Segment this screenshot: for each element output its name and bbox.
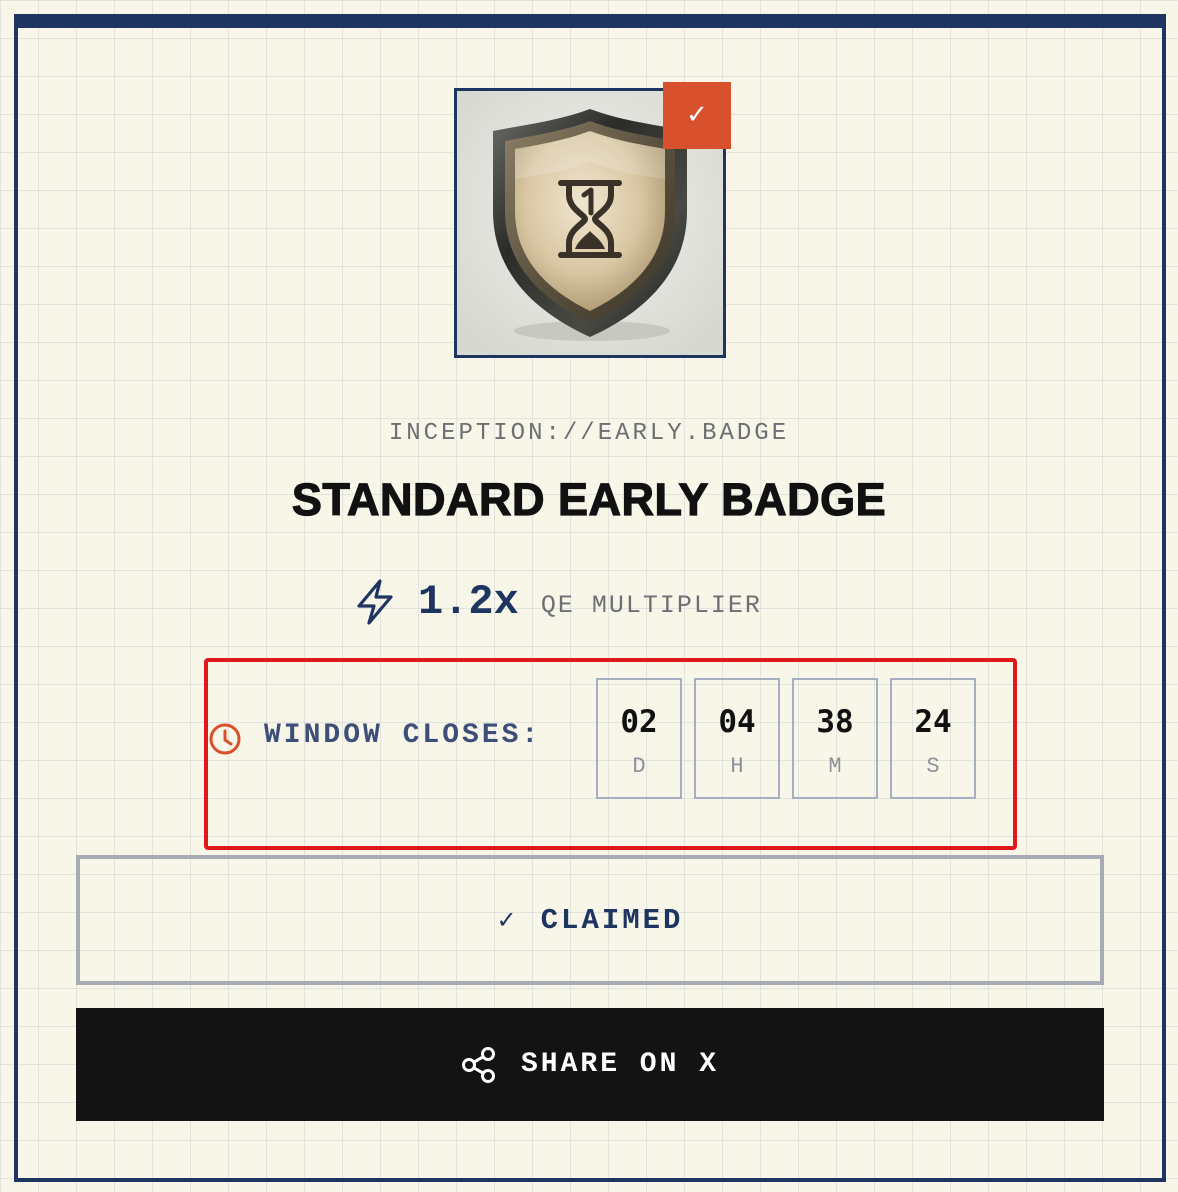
claimed-button[interactable]: ✓ CLAIMED	[76, 855, 1104, 985]
countdown-seconds: 24 S	[890, 678, 976, 799]
share-on-x-button[interactable]: SHARE ON X	[76, 1008, 1104, 1121]
multiplier-value: 1.2x	[418, 578, 519, 626]
countdown-hours: 04 H	[694, 678, 780, 799]
check-icon: ✓	[496, 906, 517, 934]
countdown-days-value: 02	[620, 704, 658, 740]
countdown-days: 02 D	[596, 678, 682, 799]
countdown-hours-value: 04	[718, 704, 756, 740]
countdown-hours-unit: H	[730, 754, 744, 779]
clock-icon	[209, 723, 241, 755]
window-closes-label: WINDOW CLOSES:	[264, 720, 542, 751]
multiplier-row: 1.2x QE MULTIPLIER	[354, 574, 762, 630]
bolt-icon	[357, 579, 393, 625]
countdown-minutes-value: 38	[816, 704, 854, 740]
countdown-days-unit: D	[632, 754, 646, 779]
claimed-label: CLAIMED	[540, 903, 684, 937]
badge-title: STANDARD EARLY BADGE	[291, 473, 887, 525]
badge-protocol: INCEPTION://EARLY.BADGE	[388, 420, 790, 447]
countdown-seconds-value: 24	[914, 704, 952, 740]
share-icon	[461, 1046, 495, 1083]
countdown-minutes: 38 M	[792, 678, 878, 799]
claimed-check-tag: ✓	[663, 82, 731, 149]
multiplier-label: QE MULTIPLIER	[540, 590, 762, 620]
share-label: SHARE ON X	[520, 1049, 720, 1080]
countdown-minutes-unit: M	[828, 754, 842, 779]
countdown-seconds-unit: S	[926, 754, 940, 779]
